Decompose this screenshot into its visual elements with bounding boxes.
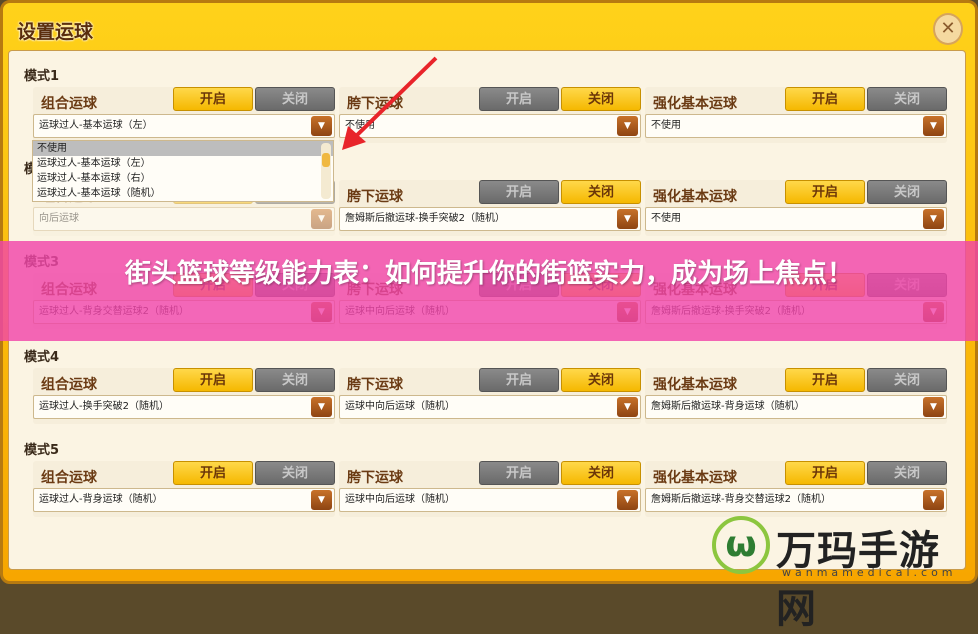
dribble-setting: 组合运球 开启 关闭运球过人-背身运球（随机） ▼ <box>33 461 335 517</box>
title-banner: 街头篮球等级能力表：如何提升你的街篮实力，成为场上焦点！ <box>0 241 978 341</box>
scroll-thumb[interactable] <box>322 153 330 167</box>
mode-label: 模式1 <box>24 69 60 84</box>
chevron-down-icon[interactable]: ▼ <box>311 209 332 229</box>
enable-button[interactable]: 开启 <box>785 368 865 392</box>
dropdown-option[interactable]: 运球过人-基本运球（右） <box>33 171 333 186</box>
watermark: ω 万玛手游网 wanmamedical.com <box>712 516 972 632</box>
enable-button[interactable]: 开启 <box>479 180 559 204</box>
dribble-setting: 强化基本运球 开启 关闭詹姆斯后撤运球-背身交替运球2（随机） ▼ <box>645 461 947 517</box>
disable-button[interactable]: 关闭 <box>867 180 947 204</box>
disable-button[interactable]: 关闭 <box>867 87 947 111</box>
dribble-select[interactable]: 运球过人-换手突破2（随机） ▼ <box>33 395 335 419</box>
dribble-select[interactable]: 不使用 ▼ <box>339 114 641 138</box>
chevron-down-icon[interactable]: ▼ <box>923 490 944 510</box>
dribble-select[interactable]: 运球过人-背身运球（随机） ▼ <box>33 488 335 512</box>
chevron-down-icon[interactable]: ▼ <box>923 397 944 417</box>
dribble-select[interactable]: 詹姆斯后撤运球-背身交替运球2（随机） ▼ <box>645 488 947 512</box>
setting-label: 组合运球 <box>41 96 97 112</box>
dribble-setting: 组合运球 开启 关闭运球过人-基本运球（左） ▼ <box>33 87 335 143</box>
setting-label: 强化基本运球 <box>653 189 737 205</box>
enable-button[interactable]: 开启 <box>785 461 865 485</box>
chevron-down-icon[interactable]: ▼ <box>923 209 944 229</box>
setting-label: 胯下运球 <box>347 189 403 205</box>
setting-label: 胯下运球 <box>347 377 403 393</box>
select-value: 运球过人-基本运球（左） <box>39 120 153 131</box>
select-value: 向后运球 <box>39 213 79 224</box>
disable-button[interactable]: 关闭 <box>867 368 947 392</box>
watermark-url: wanmamedical.com <box>782 566 957 579</box>
dribble-select[interactable]: 运球中向后运球（随机） ▼ <box>339 395 641 419</box>
enable-button[interactable]: 开启 <box>173 368 253 392</box>
select-value: 不使用 <box>651 213 681 224</box>
dribble-select[interactable]: 不使用 ▼ <box>645 114 947 138</box>
setting-label: 胯下运球 <box>347 470 403 486</box>
chevron-down-icon[interactable]: ▼ <box>617 490 638 510</box>
select-value: 运球过人-背身运球（随机） <box>39 494 163 505</box>
select-value: 不使用 <box>651 120 681 131</box>
setting-label: 强化基本运球 <box>653 470 737 486</box>
dribble-setting: 胯下运球 开启关闭运球中向后运球（随机） ▼ <box>339 368 641 424</box>
chevron-down-icon[interactable]: ▼ <box>311 397 332 417</box>
dropdown-option[interactable]: 运球过人-基本运球（左） <box>33 156 333 171</box>
mode-label: 模式4 <box>24 350 60 365</box>
select-value: 詹姆斯后撤运球-背身运球（随机） <box>651 401 805 412</box>
dribble-setting: 强化基本运球 开启 关闭詹姆斯后撤运球-背身运球（随机） ▼ <box>645 368 947 424</box>
dribble-setting: 强化基本运球 开启 关闭不使用 ▼ <box>645 180 947 236</box>
setting-label: 胯下运球 <box>347 96 403 112</box>
setting-label: 强化基本运球 <box>653 377 737 393</box>
enable-button[interactable]: 开启 <box>479 87 559 111</box>
select-value: 运球中向后运球（随机） <box>345 401 455 412</box>
dropdown-scrollbar[interactable] <box>321 143 331 199</box>
select-value: 詹姆斯后撤运球-背身交替运球2（随机） <box>651 494 831 505</box>
enable-button[interactable]: 开启 <box>173 461 253 485</box>
disable-button[interactable]: 关闭 <box>255 461 335 485</box>
dribble-select[interactable]: 运球过人-基本运球（左） ▼ <box>33 114 335 138</box>
dribble-select[interactable]: 运球中向后运球（随机） ▼ <box>339 488 641 512</box>
setting-label: 强化基本运球 <box>653 96 737 112</box>
disable-button[interactable]: 关闭 <box>867 461 947 485</box>
enable-button[interactable]: 开启 <box>479 461 559 485</box>
select-value: 不使用 <box>345 120 375 131</box>
select-value: 詹姆斯后撤运球-换手突破2（随机） <box>345 213 505 224</box>
chevron-down-icon[interactable]: ▼ <box>311 490 332 510</box>
dribble-select[interactable]: 不使用 ▼ <box>645 207 947 231</box>
banner-headline: 街头篮球等级能力表：如何提升你的街篮实力，成为场上焦点！ <box>124 259 853 289</box>
dropdown-option[interactable]: 不使用 <box>33 141 333 156</box>
disable-button[interactable]: 关闭 <box>561 87 641 111</box>
enable-button[interactable]: 开启 <box>785 87 865 111</box>
dropdown-option[interactable]: 运球过人-基本运球（随机） <box>33 186 333 201</box>
dropdown-list[interactable]: 不使用 运球过人-基本运球（左） 运球过人-基本运球（右） 运球过人-基本运球（… <box>32 140 334 202</box>
disable-button[interactable]: 关闭 <box>561 461 641 485</box>
dribble-setting: 胯下运球 开启 关闭不使用 ▼ <box>339 87 641 143</box>
dribble-select[interactable]: 詹姆斯后撤运球-背身运球（随机） ▼ <box>645 395 947 419</box>
enable-button[interactable]: 开启 <box>173 87 253 111</box>
enable-button[interactable]: 开启 <box>479 368 559 392</box>
watermark-logo: ω <box>712 516 770 574</box>
dribble-setting: 组合运球 开启 关闭运球过人-换手突破2（随机） ▼ <box>33 368 335 424</box>
mode-label: 模式5 <box>24 443 60 458</box>
dribble-select[interactable]: 詹姆斯后撤运球-换手突破2（随机） ▼ <box>339 207 641 231</box>
chevron-down-icon[interactable]: ▼ <box>617 209 638 229</box>
disable-button[interactable]: 关闭 <box>561 368 641 392</box>
select-value: 运球中向后运球（随机） <box>345 494 455 505</box>
dribble-setting: 胯下运球 开启 关闭詹姆斯后撤运球-换手突破2（随机） ▼ <box>339 180 641 236</box>
select-value: 运球过人-换手突破2（随机） <box>39 401 169 412</box>
chevron-down-icon[interactable]: ▼ <box>617 116 638 136</box>
close-icon[interactable]: ✕ <box>933 13 963 45</box>
setting-label: 组合运球 <box>41 377 97 393</box>
dribble-setting: 胯下运球 开启关闭运球中向后运球（随机） ▼ <box>339 461 641 517</box>
disable-button[interactable]: 关闭 <box>561 180 641 204</box>
dribble-setting: 强化基本运球 开启 关闭不使用 ▼ <box>645 87 947 143</box>
disable-button[interactable]: 关闭 <box>255 368 335 392</box>
dribble-select[interactable]: 向后运球 ▼ <box>33 207 335 231</box>
dialog-title: 设置运球 <box>17 21 94 43</box>
chevron-down-icon[interactable]: ▼ <box>311 116 332 136</box>
chevron-down-icon[interactable]: ▼ <box>617 397 638 417</box>
setting-label: 组合运球 <box>41 470 97 486</box>
disable-button[interactable]: 关闭 <box>255 87 335 111</box>
enable-button[interactable]: 开启 <box>785 180 865 204</box>
chevron-down-icon[interactable]: ▼ <box>923 116 944 136</box>
